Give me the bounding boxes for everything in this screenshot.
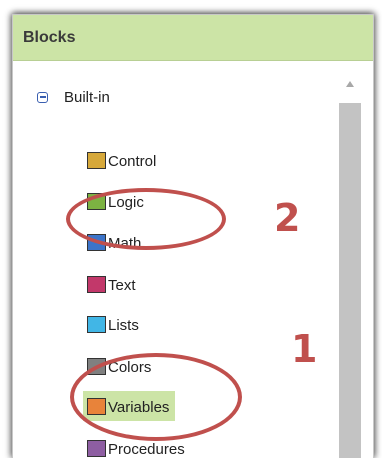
lists-color-swatch (87, 316, 106, 333)
tree-item-label: Text (108, 277, 136, 294)
collapse-icon[interactable] (37, 92, 48, 103)
scroll-thumb[interactable] (339, 103, 361, 458)
tree-item-lists[interactable]: Lists (87, 311, 139, 337)
tree-item-label: Control (108, 153, 157, 170)
control-color-swatch (87, 152, 106, 169)
annotation-number-1: 1 (291, 327, 318, 371)
tree-root-label: Built-in (64, 89, 110, 106)
tree-item-label: Lists (108, 317, 139, 334)
annotation-circle-math (66, 188, 226, 250)
annotation-number-2: 2 (274, 196, 301, 240)
blocks-panel-title: Blocks (13, 15, 373, 61)
tree-item-label: Procedures (108, 441, 185, 458)
scroll-up-arrow-icon[interactable] (346, 81, 354, 87)
vertical-scrollbar[interactable] (339, 73, 361, 458)
tree-item-text[interactable]: Text (87, 271, 136, 297)
procedures-color-swatch (87, 440, 106, 457)
annotation-circle-variables (70, 353, 242, 441)
tree-root-built-in[interactable]: Built-in (37, 89, 110, 106)
text-color-swatch (87, 276, 106, 293)
tree-item-control[interactable]: Control (87, 147, 156, 173)
